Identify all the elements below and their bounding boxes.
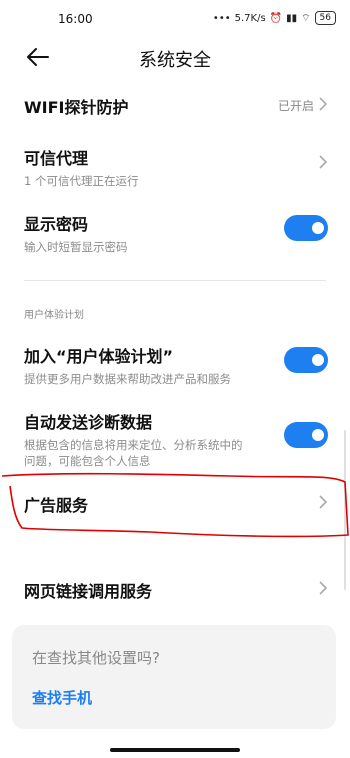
battery-icon: 56 bbox=[314, 11, 336, 25]
toggle-knob bbox=[312, 429, 324, 441]
chevron-right-icon bbox=[319, 155, 328, 169]
wifi-icon: ⌔ bbox=[301, 12, 311, 24]
ad-service-title: 广告服务 bbox=[24, 496, 89, 515]
trusted-agent-item[interactable]: 可信代理 1 个可信代理正在运行 bbox=[24, 145, 330, 189]
wifi-probe-status: 已开启 bbox=[277, 99, 314, 113]
diagnostics-subtitle-line2: 问题，可能包含个人信息 bbox=[24, 454, 151, 468]
status-time: 16:00 bbox=[58, 12, 93, 26]
page-title: 系统安全 bbox=[139, 50, 211, 71]
signal-icon: ▮▮ bbox=[286, 12, 298, 24]
web-link-item[interactable]: 网页链接调用服务 bbox=[24, 578, 330, 602]
chevron-right-icon bbox=[319, 495, 328, 509]
web-link-title: 网页链接调用服务 bbox=[24, 582, 153, 601]
scrollbar[interactable] bbox=[344, 430, 346, 590]
dots-icon: ••• bbox=[212, 12, 231, 24]
diagnostics-toggle[interactable] bbox=[284, 422, 328, 448]
chevron-right-icon bbox=[319, 97, 328, 111]
chevron-right-icon bbox=[319, 581, 328, 595]
trusted-agent-title: 可信代理 bbox=[24, 149, 89, 168]
net-speed: 5.7K/s bbox=[234, 12, 266, 24]
trusted-agent-subtitle: 1 个可信代理正在运行 bbox=[24, 174, 139, 188]
home-indicator[interactable] bbox=[110, 748, 240, 752]
ux-plan-subtitle: 提供更多用户数据来帮助改进产品和服务 bbox=[24, 372, 231, 386]
ux-plan-toggle[interactable] bbox=[284, 347, 328, 373]
help-card: 在查找其他设置吗? 查找手机 bbox=[12, 625, 336, 729]
header: 系统安全 bbox=[0, 40, 350, 74]
section-label: 用户体验计划 bbox=[24, 310, 84, 321]
show-password-toggle[interactable] bbox=[284, 215, 328, 241]
find-phone-link[interactable]: 查找手机 bbox=[32, 687, 92, 708]
toggle-knob bbox=[312, 222, 324, 234]
toggle-knob bbox=[312, 354, 324, 366]
alarm-icon: ⏰ bbox=[269, 12, 283, 24]
status-icons: ••• 5.7K/s ⏰ ▮▮ ⌔ 56 bbox=[213, 11, 336, 25]
ad-service-item[interactable]: 广告服务 bbox=[24, 492, 330, 516]
status-bar: 16:00 ••• 5.7K/s ⏰ ▮▮ ⌔ 56 bbox=[0, 0, 350, 40]
help-question: 在查找其他设置吗? bbox=[32, 649, 160, 667]
show-password-subtitle: 输入时短暂显示密码 bbox=[24, 240, 128, 254]
divider bbox=[24, 280, 326, 281]
